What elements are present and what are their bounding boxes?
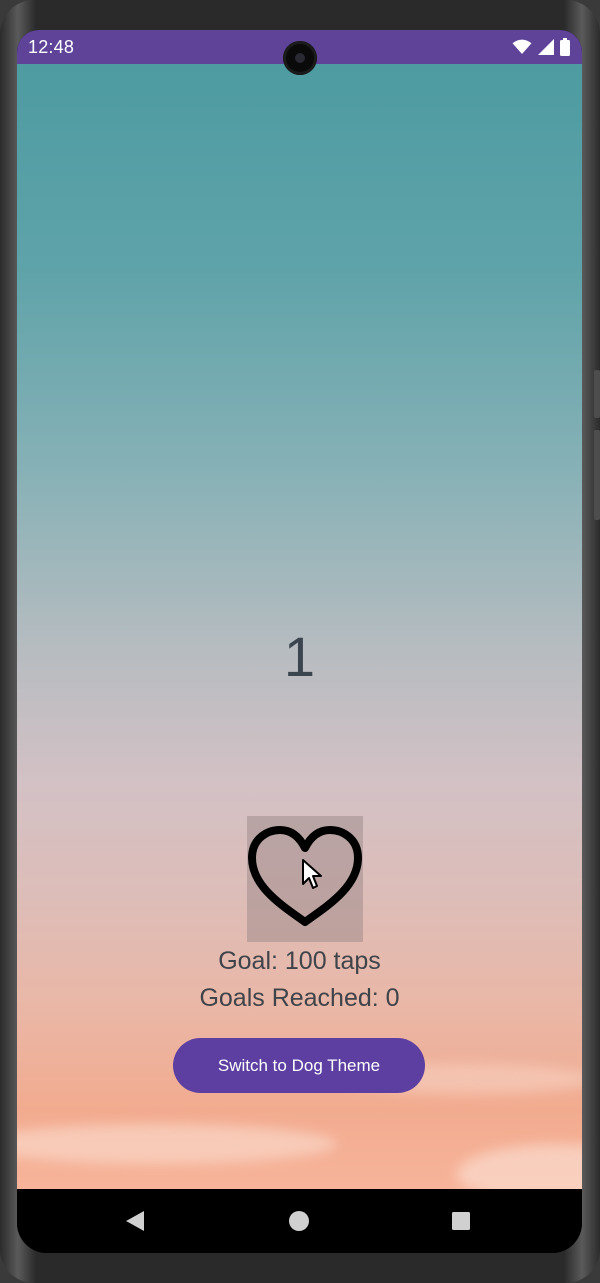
app-content: 1 Goal: 100 taps Goals Reached: 0 Switch… [17,64,582,1189]
volume-button [594,370,600,418]
front-camera [283,41,317,75]
navigation-bar [17,1189,582,1253]
power-button [594,430,600,520]
status-icons [512,38,570,61]
mouse-cursor-icon [301,858,323,895]
goal-text: Goal: 100 taps [218,947,381,975]
goals-reached-text: Goals Reached: 0 [199,984,400,1012]
tap-counter: 1 [283,625,316,688]
phone-screen: 12:48 1 Goal: 100 taps Goals Reached: 0 … [17,30,582,1253]
battery-icon [560,38,570,61]
phone-frame: 12:48 1 Goal: 100 taps Goals Reached: 0 … [0,0,600,1283]
wifi-icon [512,39,532,60]
cloud-decoration [457,1144,582,1189]
signal-icon [538,39,554,60]
cloud-decoration [17,1124,337,1164]
home-icon[interactable] [287,1209,311,1233]
recents-icon[interactable] [449,1209,473,1233]
switch-theme-button[interactable]: Switch to Dog Theme [173,1038,425,1093]
back-icon[interactable] [123,1209,147,1233]
status-time: 12:48 [28,37,75,57]
